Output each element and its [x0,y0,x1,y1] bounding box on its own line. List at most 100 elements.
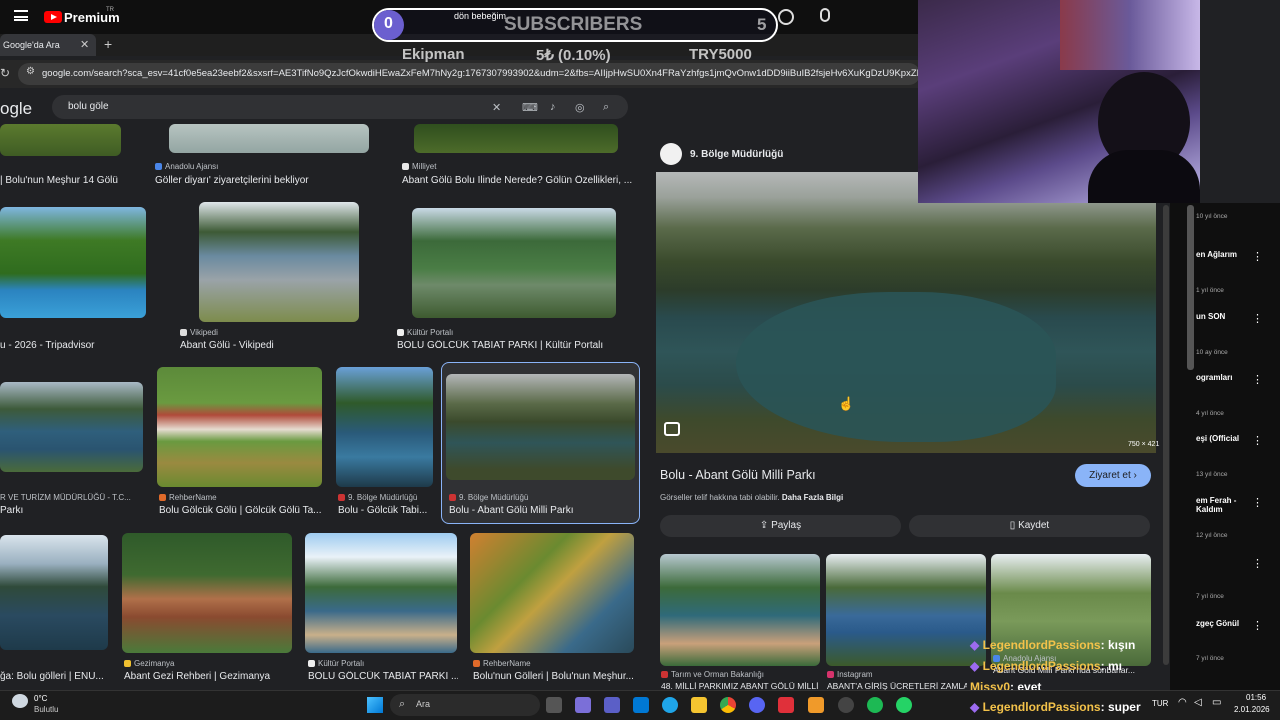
edge-icon[interactable] [662,697,678,713]
source-name: Kültür Portalı [407,328,454,337]
lens-icon[interactable]: ◎ [575,101,585,114]
preview-image[interactable] [656,172,1156,453]
preview-title[interactable]: Bolu - Abant Gölü Milli Parkı [660,468,816,482]
more-options-icon[interactable]: ⋮ [1252,434,1263,447]
result-title[interactable]: Bolu - Abant Gölü Milli Parkı [449,505,634,516]
donation-goal: TRY5000 [689,46,752,63]
result-image[interactable] [412,208,616,318]
menu-icon[interactable] [14,10,28,21]
result-image[interactable] [470,533,634,653]
store-icon[interactable] [633,697,649,713]
youtube-logo-icon[interactable] [44,11,62,23]
more-options-icon[interactable]: ⋮ [1252,312,1263,325]
related-image[interactable] [826,554,986,666]
more-options-icon[interactable]: ⋮ [1252,496,1263,509]
google-logo[interactable]: ogle [0,99,32,119]
save-button[interactable]: ▯ Kaydet [909,515,1150,537]
result-title[interactable]: | Bolu'nun Meşhur 14 Gölü [0,175,140,186]
winrar-icon[interactable] [778,697,794,713]
result-title[interactable]: BOLU GÖLCÜK TABİAT PARKI ... [308,671,458,682]
weather-icon[interactable] [12,694,28,708]
result-image[interactable] [169,124,369,153]
result-title[interactable]: u - 2026 - Tripadvisor [0,340,140,351]
result-image[interactable] [122,533,292,653]
voice-search-icon[interactable]: ♪ [550,101,556,113]
preview-source[interactable]: 9. Bölge Müdürlüğü [690,149,783,160]
result-image[interactable] [414,124,618,153]
spotify-icon[interactable] [867,697,883,713]
song-title: dön bebeğim [454,11,507,21]
language[interactable]: TUR [1152,699,1168,708]
visit-button[interactable]: Ziyaret et › [1075,464,1151,487]
start-icon[interactable] [367,697,383,713]
task-view-icon[interactable] [546,697,562,713]
copilot-icon[interactable] [575,697,591,713]
video-title[interactable]: zgeç Gönül [1196,619,1239,628]
more-options-icon[interactable]: ⋮ [1252,250,1263,263]
lens-search-icon[interactable] [664,422,680,436]
tab-close-icon[interactable]: ✕ [80,38,89,51]
search-icon[interactable]: ⌕ [603,101,609,114]
battery-icon[interactable]: ▭ [1212,697,1221,708]
result-image[interactable] [0,207,146,318]
result-image[interactable] [0,535,108,650]
clock-date[interactable]: 2.01.2026 [1234,705,1270,714]
result-image[interactable] [157,367,322,487]
taskbar-search[interactable] [390,694,540,716]
clear-icon[interactable]: ✕ [492,101,501,114]
result-title[interactable]: Abant Gölü Bolu İlinde Nerede? Gölün Öze… [402,175,632,186]
sidebar-scrollbar[interactable] [1187,205,1194,370]
video-title[interactable]: ogramları [1196,373,1232,382]
result-title[interactable]: Bolu'nun Gölleri | Bolu'nun Meşhur... [473,671,633,682]
share-button[interactable]: ⇪ Paylaş [660,515,901,537]
result-title[interactable]: Bolu Gölcük Gölü | Gölcük Gölü Ta... [159,505,324,516]
app-icon[interactable] [808,697,824,713]
video-title[interactable]: em Ferah - Kaldım [1196,496,1246,514]
obs-icon[interactable] [838,697,854,713]
video-title[interactable]: en Ağlarım [1196,250,1237,259]
new-tab-icon[interactable]: + [104,36,112,52]
result-title[interactable]: Parkı [0,505,140,516]
reload-icon[interactable]: ↻ [0,66,10,80]
chrome-icon[interactable] [720,697,736,713]
result-title[interactable]: Bolu - Gölcük Tabi... [338,505,433,516]
source-name: Kültür Portalı [318,659,365,668]
panel-scrollbar[interactable] [1163,205,1169,665]
search-icon[interactable] [778,9,794,25]
chat-message: ◆ LegendlordPassions: mı [970,659,1122,673]
search-box[interactable] [52,95,628,119]
result-title[interactable]: Abant Gezi Rehberi | Gezimanya [124,671,294,682]
video-title[interactable]: eşi (Official [1196,434,1239,443]
related-image[interactable] [660,554,820,666]
more-info-link[interactable]: Daha Fazla Bilgi [782,493,843,502]
result-image[interactable] [0,382,143,472]
result-title[interactable]: ğa: Bolu gölleri | ENU... [0,671,110,682]
result-image[interactable] [305,533,457,653]
result-image[interactable] [336,367,433,487]
source-name: 9. Bölge Müdürlüğü [348,493,418,502]
discord-icon[interactable] [749,697,765,713]
site-info-icon[interactable]: ⚙ [26,66,35,77]
more-options-icon[interactable]: ⋮ [1252,373,1263,386]
result-image[interactable] [199,202,359,322]
microphone-icon[interactable] [820,8,830,22]
chat-text: : mı [1100,659,1122,673]
volume-icon[interactable]: ◁ [1194,697,1202,708]
clock-time[interactable]: 01:56 [1246,693,1266,702]
source-logo[interactable] [660,143,682,165]
wifi-icon[interactable]: ◠ [1178,697,1187,708]
result-title[interactable]: Abant Gölü - Vikipedi [180,340,370,351]
search-query[interactable]: bolu göle [68,101,109,112]
video-title[interactable]: un SON [1196,312,1225,321]
source-favicon-icon [661,671,668,678]
more-options-icon[interactable]: ⋮ [1252,619,1263,632]
teams-icon[interactable] [604,697,620,713]
result-title[interactable]: Göller diyarı' ziyaretçilerini bekliyor [155,175,390,186]
result-image[interactable] [446,374,635,480]
keyboard-icon[interactable]: ⌨ [522,101,538,114]
result-image[interactable] [0,124,121,156]
result-title[interactable]: BOLU GÖLCÜK TABİAT PARKI | Kültür Portal… [397,340,632,351]
more-options-icon[interactable]: ⋮ [1252,557,1263,570]
explorer-icon[interactable] [691,697,707,713]
whatsapp-icon[interactable] [896,697,912,713]
